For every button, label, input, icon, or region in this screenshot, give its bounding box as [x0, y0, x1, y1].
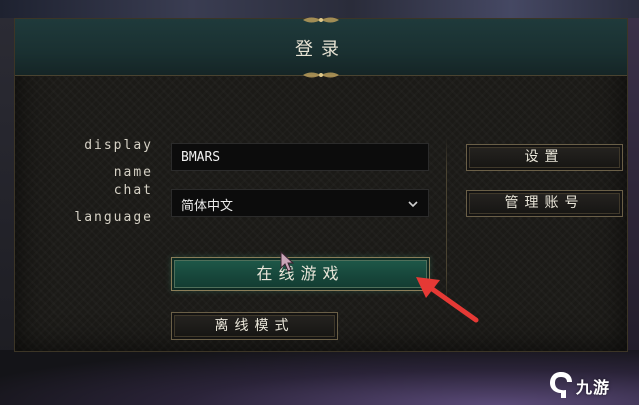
watermark-text: 九游: [576, 378, 611, 397]
manage-account-button[interactable]: 管理账号: [466, 190, 623, 217]
play-online-button[interactable]: 在线游戏: [171, 257, 430, 291]
watermark-logo: 九游: [547, 370, 637, 400]
chat-language-label-line2: language: [74, 210, 153, 225]
login-dialog: 登录 display name chat language BMARS 简体中文…: [14, 17, 628, 352]
dialog-title: 登录: [295, 39, 347, 60]
display-name-input[interactable]: BMARS: [171, 143, 429, 171]
chat-language-label-line1: chat: [113, 183, 153, 198]
annotation-arrow-icon: [416, 277, 479, 323]
watermark-logo-icon: [550, 372, 572, 398]
background-bottom: [0, 350, 639, 405]
chat-language-value: 简体中文: [181, 199, 234, 214]
display-name-label-line2: name: [113, 165, 153, 180]
game-screen: 登录 display name chat language BMARS 简体中文…: [0, 0, 639, 405]
ornament-bottom-icon: [303, 72, 339, 78]
settings-button[interactable]: 设置: [466, 144, 623, 171]
dialog-title-bar: 登录: [15, 19, 627, 76]
display-name-label-line1: display: [84, 138, 153, 153]
chevron-down-icon: [408, 201, 418, 208]
background-left: [0, 18, 14, 405]
mouse-cursor-icon: [280, 251, 295, 272]
ornament-top-icon: [303, 17, 339, 23]
offline-mode-button[interactable]: 离线模式: [171, 312, 338, 340]
chat-language-select[interactable]: 简体中文: [171, 189, 429, 217]
